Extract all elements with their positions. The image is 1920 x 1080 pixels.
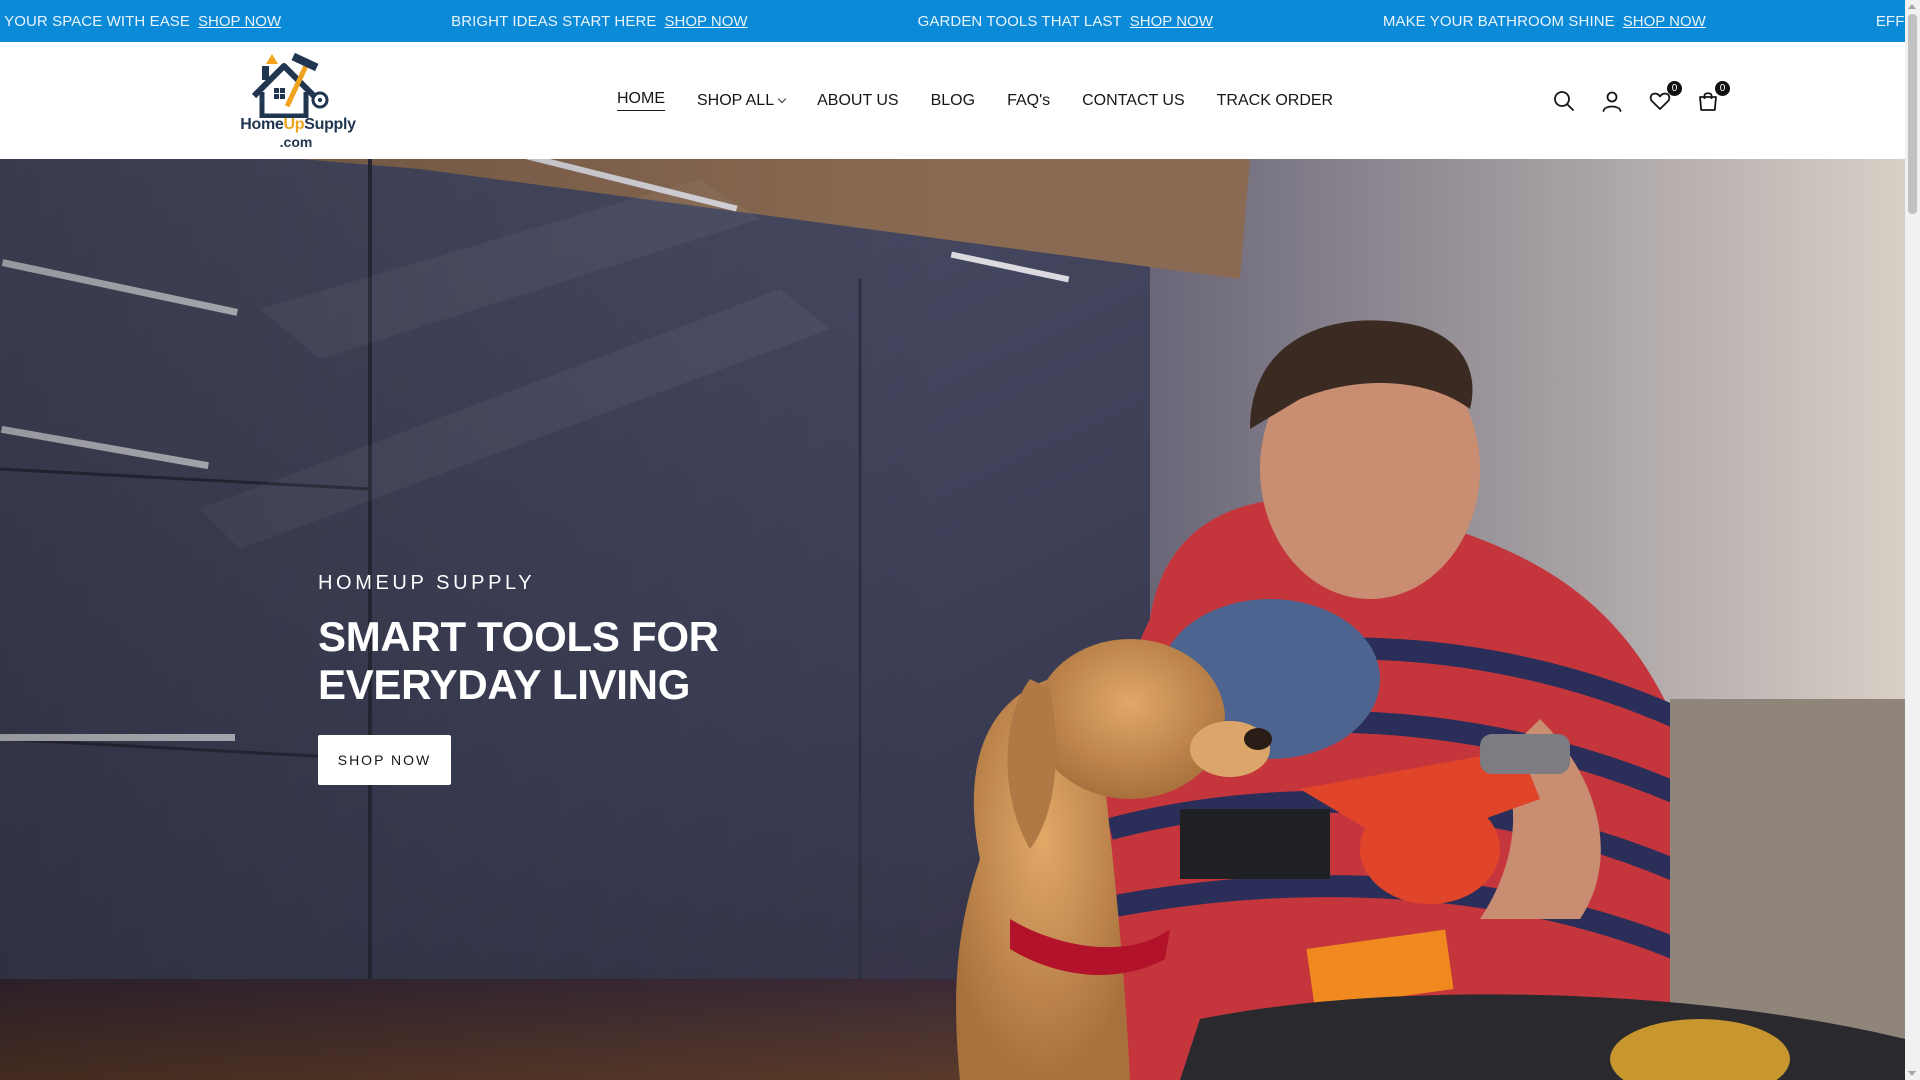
nav-faqs-label: FAQ's (1007, 91, 1051, 109)
logo-part-supply: Supply (304, 116, 356, 133)
logo-wordmark: HomeUpSupply (236, 116, 360, 133)
site-logo[interactable]: HomeUpSupply .com (232, 52, 360, 152)
nav-home-label: HOME (617, 90, 665, 111)
nav-blog[interactable]: BLOG (931, 92, 975, 110)
user-icon (1602, 91, 1622, 112)
announcement-shop-link[interactable]: SHOP NOW (1130, 13, 1213, 30)
nav-contact-us[interactable]: CONTACT US (1082, 92, 1185, 110)
header-actions: 0 0 (1551, 42, 1743, 159)
announcement-bar: E YOUR SPACE WITH EASE SHOP NOW BRIGHT I… (0, 0, 1905, 42)
nav-shop-all-label: SHOP ALL (697, 91, 775, 109)
logo-part-home: Home (240, 116, 284, 133)
nav-track-order-label: TRACK ORDER (1216, 91, 1334, 109)
announcement-shop-link[interactable]: SHOP NOW (1623, 13, 1706, 30)
logo-part-up: Up (283, 116, 305, 133)
hero-content: HOMEUP SUPPLY SMART TOOLS FOR EVERYDAY L… (318, 572, 778, 785)
hero-banner: HOMEUP SUPPLY SMART TOOLS FOR EVERYDAY L… (0, 159, 1905, 1080)
nav-about-us-label: ABOUT US (817, 91, 899, 109)
nav-faqs[interactable]: FAQ's (1007, 92, 1050, 110)
scroll-up-arrow-icon[interactable] (1908, 4, 1916, 9)
main-nav: HOME SHOP ALL ABOUT US BLOG FAQ's CONTAC… (617, 42, 1365, 159)
announcement-track: E YOUR SPACE WITH EASE SHOP NOW BRIGHT I… (0, 0, 1905, 42)
announcement-item: BRIGHT IDEAS START HERE SHOP NOW (451, 13, 747, 30)
announcement-item: E YOUR SPACE WITH EASE SHOP NOW (0, 13, 281, 30)
wishlist-count-badge: 0 (1667, 80, 1682, 96)
hero-background-image (0, 159, 1905, 1080)
logo-domain: .com (279, 134, 313, 150)
announcement-text: EFFORTLESS HO (1875, 12, 1905, 30)
nav-contact-us-label: CONTACT US (1082, 91, 1185, 109)
nav-about-us[interactable]: ABOUT US (817, 92, 899, 110)
account-button[interactable] (1599, 88, 1625, 114)
wishlist-button[interactable]: 0 (1647, 80, 1682, 114)
page-scrollbar[interactable] (1905, 0, 1920, 1080)
site-header: HomeUpSupply .com HOME SHOP ALL ABOUT US… (0, 42, 1905, 159)
announcement-item: MAKE YOUR BATHROOM SHINE SHOP NOW (1383, 13, 1706, 30)
nav-home[interactable]: HOME (617, 90, 665, 111)
announcement-shop-link[interactable]: SHOP NOW (198, 13, 281, 30)
announcement-shop-link[interactable]: SHOP NOW (665, 13, 748, 30)
nav-blog-label: BLOG (930, 91, 976, 109)
hero-eyebrow: HOMEUP SUPPLY (318, 572, 536, 594)
announcement-text: GARDEN TOOLS THAT LAST (917, 12, 1122, 30)
announcement-text: MAKE YOUR BATHROOM SHINE (1382, 12, 1615, 30)
nav-shop-all[interactable]: SHOP ALL (697, 91, 787, 110)
scroll-down-arrow-icon[interactable] (1908, 1071, 1916, 1076)
scrollbar-thumb[interactable] (1908, 14, 1917, 214)
announcement-item: GARDEN TOOLS THAT LAST SHOP NOW (918, 13, 1213, 30)
search-button[interactable] (1551, 88, 1577, 114)
house-tools-logo-icon (251, 52, 329, 119)
cart-count-badge: 0 (1715, 80, 1730, 96)
announcement-text: E YOUR SPACE WITH EASE (0, 12, 191, 30)
cart-button[interactable]: 0 (1695, 80, 1730, 114)
hero-shop-now-button[interactable]: SHOP NOW (318, 735, 451, 785)
announcement-text: BRIGHT IDEAS START HERE (451, 12, 657, 30)
search-icon (1554, 90, 1574, 111)
announcement-item: EFFORTLESS HO (1876, 13, 1905, 30)
chevron-down-icon (777, 94, 787, 104)
hero-title: SMART TOOLS FOR EVERYDAY LIVING (318, 613, 719, 708)
nav-track-order[interactable]: TRACK ORDER (1217, 92, 1333, 110)
